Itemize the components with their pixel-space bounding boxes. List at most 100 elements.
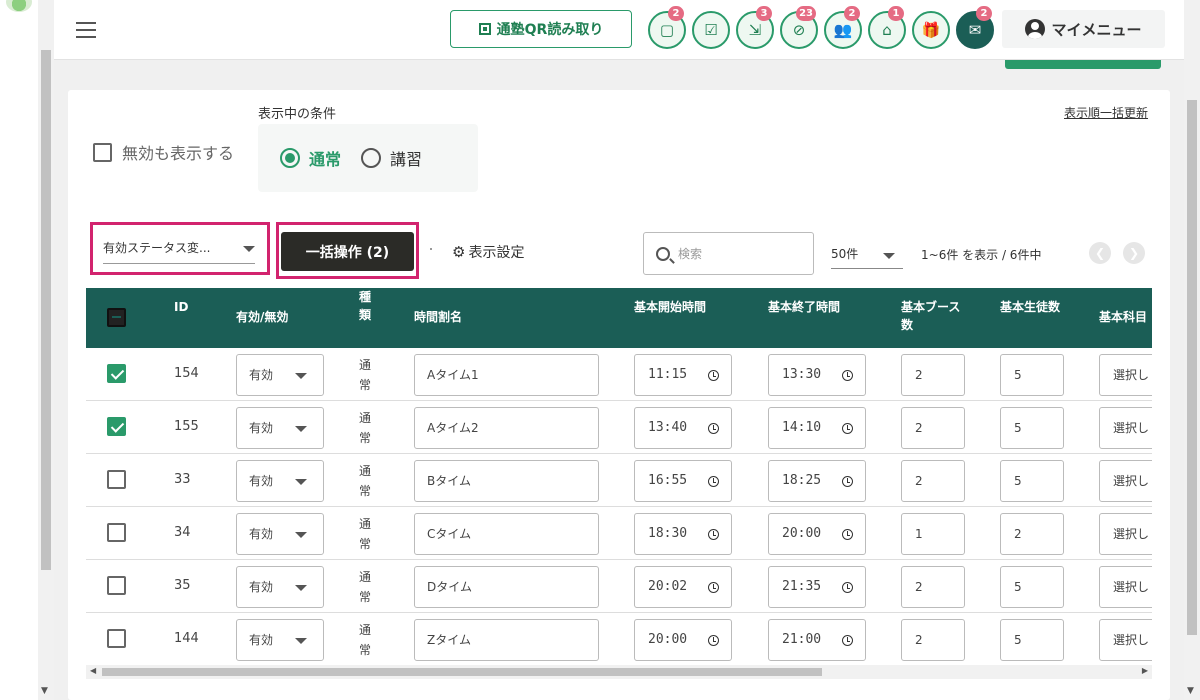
table-horizontal-scrollbar[interactable]: ◀ ▶ bbox=[86, 665, 1152, 679]
clock-icon[interactable] bbox=[842, 476, 853, 487]
scroll-right-arrow-icon[interactable]: ▶ bbox=[1142, 666, 1148, 675]
students-input[interactable]: 5 bbox=[1000, 566, 1064, 608]
next-page-button[interactable]: ❯ bbox=[1123, 242, 1145, 264]
hamburger-menu-icon[interactable] bbox=[76, 22, 96, 38]
booths-input[interactable]: 2 bbox=[901, 354, 965, 396]
subject-select[interactable]: 選択し bbox=[1099, 460, 1152, 502]
green-action-button-edge[interactable] bbox=[1005, 60, 1161, 69]
valid-select[interactable]: 有効 bbox=[236, 513, 324, 555]
group-icon: 👥 bbox=[833, 21, 853, 39]
subject-select[interactable]: 選択し bbox=[1099, 619, 1152, 661]
valid-select[interactable]: 有効 bbox=[236, 566, 324, 608]
students-value: 2 bbox=[1014, 527, 1022, 541]
merge-arrows-button[interactable]: ⇲ 3 bbox=[736, 6, 774, 49]
timetable-name-input[interactable]: Aタイム2 bbox=[414, 407, 599, 449]
students-input[interactable]: 5 bbox=[1000, 354, 1064, 396]
clock-icon[interactable] bbox=[842, 529, 853, 540]
clock-icon[interactable] bbox=[842, 370, 853, 381]
chevron-down-icon bbox=[295, 532, 307, 538]
row-checkbox[interactable] bbox=[107, 470, 126, 489]
start-time-input[interactable]: 20:02 bbox=[634, 566, 732, 608]
scroll-down-arrow-icon[interactable]: ▼ bbox=[41, 686, 48, 696]
valid-select[interactable]: 有効 bbox=[236, 619, 324, 661]
end-time-input[interactable]: 21:00 bbox=[768, 619, 866, 661]
timetable-name-input[interactable]: Dタイム bbox=[414, 566, 599, 608]
end-time-input[interactable]: 13:30 bbox=[768, 354, 866, 396]
students-input[interactable]: 5 bbox=[1000, 460, 1064, 502]
row-checkbox[interactable] bbox=[107, 629, 126, 648]
scrollbar-thumb[interactable] bbox=[1187, 100, 1197, 635]
bulk-sort-update-link[interactable]: 表示順一括更新 bbox=[1064, 104, 1148, 121]
clock-icon[interactable] bbox=[708, 476, 719, 487]
booths-input[interactable]: 2 bbox=[901, 619, 965, 661]
scroll-left-arrow-icon[interactable]: ◀ bbox=[90, 666, 96, 675]
students-input[interactable]: 5 bbox=[1000, 407, 1064, 449]
no-camera-button[interactable]: ⊘ 23 bbox=[780, 6, 818, 49]
end-time-input[interactable]: 18:25 bbox=[768, 460, 866, 502]
clock-icon[interactable] bbox=[842, 423, 853, 434]
scroll-down-arrow-icon[interactable]: ▼ bbox=[1187, 686, 1194, 696]
valid-select[interactable]: 有効 bbox=[236, 407, 324, 449]
booths-input[interactable]: 2 bbox=[901, 460, 965, 502]
group-button[interactable]: 👥 2 bbox=[824, 6, 862, 49]
left-scrollbar[interactable]: ▼ bbox=[38, 0, 54, 700]
booths-input[interactable]: 1 bbox=[901, 513, 965, 555]
row-checkbox[interactable] bbox=[107, 364, 126, 383]
my-menu-button[interactable]: マイメニュー bbox=[1002, 10, 1165, 48]
display-settings-button[interactable]: ⚙ 表示設定 bbox=[452, 242, 524, 262]
row-checkbox[interactable] bbox=[107, 417, 126, 436]
students-input[interactable]: 5 bbox=[1000, 619, 1064, 661]
clock-icon[interactable] bbox=[708, 529, 719, 540]
clock-icon[interactable] bbox=[708, 582, 719, 593]
booths-input[interactable]: 2 bbox=[901, 566, 965, 608]
students-input[interactable]: 2 bbox=[1000, 513, 1064, 555]
end-time-value: 14:10 bbox=[782, 420, 822, 435]
per-page-select[interactable]: 50件 bbox=[831, 245, 903, 269]
clock-icon[interactable] bbox=[708, 423, 719, 434]
subject-select[interactable]: 選択し bbox=[1099, 513, 1152, 555]
subject-select[interactable]: 選択し bbox=[1099, 407, 1152, 449]
valid-select[interactable]: 有効 bbox=[236, 354, 324, 396]
end-time-input[interactable]: 14:10 bbox=[768, 407, 866, 449]
bank-button[interactable]: ⌂ 1 bbox=[868, 6, 906, 49]
status-change-select[interactable]: 有効ステータス変... bbox=[90, 222, 270, 275]
timetable-name-input[interactable]: Bタイム bbox=[414, 460, 599, 502]
booths-input[interactable]: 2 bbox=[901, 407, 965, 449]
clock-icon[interactable] bbox=[708, 635, 719, 646]
scrollbar-thumb[interactable] bbox=[102, 668, 822, 676]
timetable-name-input[interactable]: Aタイム1 bbox=[414, 354, 599, 396]
bulk-action-button[interactable]: 一括操作 (2) bbox=[281, 232, 414, 271]
checklist-button[interactable]: ☑ bbox=[692, 11, 730, 49]
select-all-checkbox[interactable] bbox=[107, 308, 126, 327]
subject-select[interactable]: 選択し bbox=[1099, 354, 1152, 396]
valid-select[interactable]: 有効 bbox=[236, 460, 324, 502]
clock-icon[interactable] bbox=[842, 582, 853, 593]
timetable-name-input[interactable]: Zタイム bbox=[414, 619, 599, 661]
radio-course[interactable]: 講習 bbox=[361, 146, 422, 170]
start-time-input[interactable]: 16:55 bbox=[634, 460, 732, 502]
qr-scan-button[interactable]: 通塾QR読み取り bbox=[450, 10, 632, 48]
subject-select[interactable]: 選択し bbox=[1099, 566, 1152, 608]
end-time-input[interactable]: 21:35 bbox=[768, 566, 866, 608]
chat-bubble-icon: ▢ bbox=[659, 21, 675, 39]
clock-icon[interactable] bbox=[842, 635, 853, 646]
clock-icon[interactable] bbox=[708, 370, 719, 381]
start-time-input[interactable]: 11:15 bbox=[634, 354, 732, 396]
start-time-input[interactable]: 13:40 bbox=[634, 407, 732, 449]
messages-button[interactable]: ✉ 2 bbox=[956, 6, 994, 49]
cell-type: 通常 bbox=[359, 464, 372, 498]
page-scrollbar[interactable]: ▼ bbox=[1184, 0, 1200, 700]
show-invalid-checkbox[interactable]: 無効も表示する bbox=[93, 140, 234, 164]
search-input[interactable] bbox=[678, 246, 788, 261]
radio-normal[interactable]: 通常 bbox=[280, 146, 341, 170]
gift-button[interactable]: 🎁 bbox=[912, 11, 950, 49]
timetable-name-input[interactable]: Cタイム bbox=[414, 513, 599, 555]
scrollbar-thumb[interactable] bbox=[41, 50, 51, 570]
row-checkbox[interactable] bbox=[107, 523, 126, 542]
start-time-input[interactable]: 20:00 bbox=[634, 619, 732, 661]
row-checkbox[interactable] bbox=[107, 576, 126, 595]
end-time-input[interactable]: 20:00 bbox=[768, 513, 866, 555]
start-time-input[interactable]: 18:30 bbox=[634, 513, 732, 555]
chat-bubble-button[interactable]: ▢ 2 bbox=[648, 6, 686, 49]
prev-page-button[interactable]: ❮ bbox=[1089, 242, 1111, 264]
